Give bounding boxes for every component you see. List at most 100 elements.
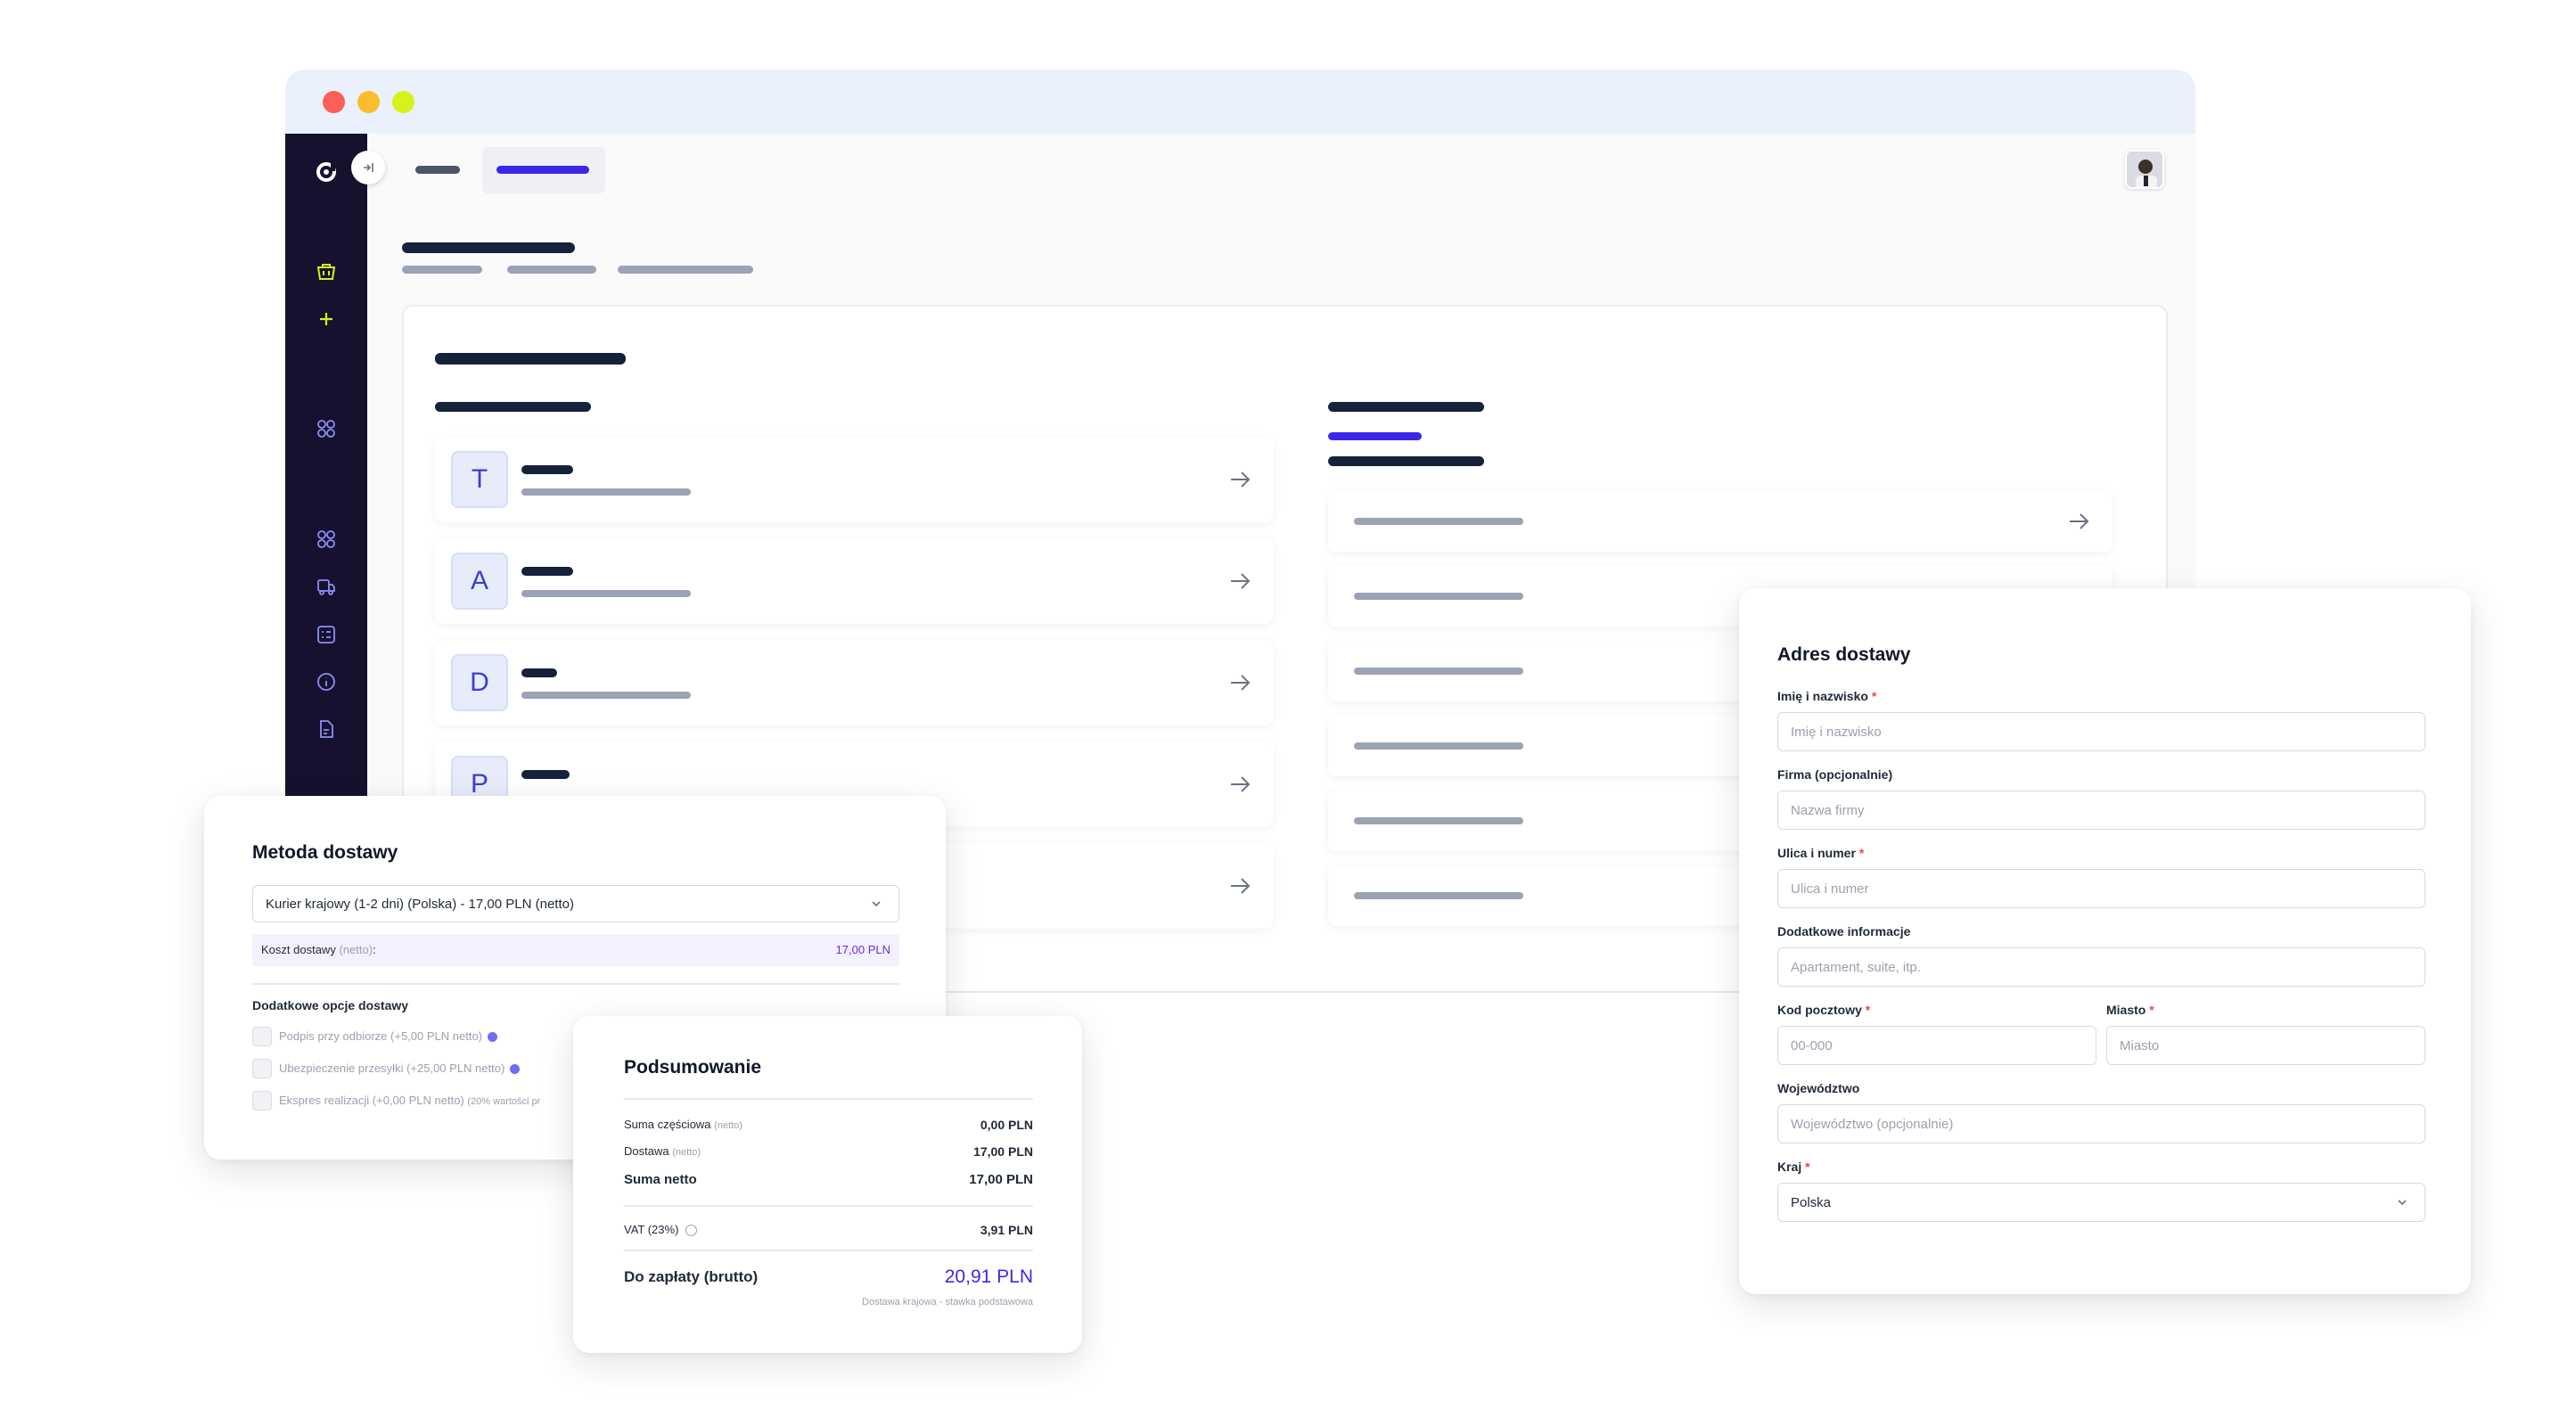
logo-icon[interactable] bbox=[313, 159, 340, 185]
details-heading bbox=[1328, 402, 1484, 412]
minimize-window-button[interactable] bbox=[357, 91, 380, 113]
divider bbox=[624, 1205, 1033, 1207]
chevron-down-icon bbox=[872, 901, 881, 907]
apps-icon[interactable] bbox=[313, 526, 340, 553]
zip-label: Kod pocztowy * bbox=[1777, 1003, 1871, 1017]
list-item-title bbox=[521, 567, 573, 576]
divider bbox=[624, 1250, 1033, 1251]
option-label: Ubezpieczenie przesyłki (+25,00 PLN nett… bbox=[279, 1061, 521, 1075]
list-item-subtitle bbox=[521, 488, 691, 496]
truck-icon[interactable] bbox=[313, 574, 340, 601]
subtotal-value: 0,00 PLN bbox=[980, 1118, 1033, 1132]
company-input[interactable]: Nazwa firmy bbox=[1777, 791, 2425, 830]
shipping-value: 17,00 PLN bbox=[973, 1144, 1033, 1159]
country-label: Kraj * bbox=[1777, 1160, 1810, 1174]
summary-title: Podsumowanie bbox=[624, 1057, 762, 1078]
subtotal-label: Suma częściowa (netto) bbox=[624, 1118, 742, 1131]
info-icon[interactable] bbox=[685, 1225, 698, 1237]
collapse-sidebar-button[interactable] bbox=[351, 151, 385, 184]
country-selected: Polska bbox=[1791, 1194, 1832, 1210]
region-label: Województwo bbox=[1777, 1081, 1860, 1095]
list-item-subtitle bbox=[521, 692, 691, 699]
list-item-subtitle bbox=[521, 590, 691, 597]
list-item-letter: A bbox=[451, 553, 508, 610]
list-item[interactable]: T bbox=[435, 437, 1274, 522]
arrow-right-icon bbox=[1231, 471, 1251, 488]
tab-active[interactable] bbox=[496, 166, 589, 174]
details-highlight bbox=[1328, 432, 1422, 440]
country-select[interactable]: Polska bbox=[1777, 1183, 2425, 1222]
option-label: Podpis przy odbiorze (+5,00 PLN netto) bbox=[279, 1029, 498, 1043]
region-input[interactable]: Województwo (opcjonalnie) bbox=[1777, 1104, 2425, 1143]
summary-footnote: Dostawa krajowa - stawka podstawowa bbox=[862, 1297, 1033, 1307]
arrow-right-icon bbox=[2070, 513, 2089, 529]
name-label: Imię i nazwisko * bbox=[1777, 689, 1877, 703]
document-icon[interactable] bbox=[313, 716, 340, 742]
net-total-label: Suma netto bbox=[624, 1172, 697, 1187]
vat-label: VAT (23%) bbox=[624, 1223, 698, 1237]
zip-input[interactable]: 00-000 bbox=[1777, 1026, 2096, 1065]
name-input[interactable]: Imię i nazwisko bbox=[1777, 712, 2425, 751]
chevron-down-icon bbox=[2398, 1200, 2407, 1206]
option-checkbox[interactable] bbox=[252, 1091, 272, 1111]
close-window-button[interactable] bbox=[323, 91, 345, 113]
vat-value: 3,91 PLN bbox=[980, 1223, 1033, 1237]
maximize-window-button[interactable] bbox=[392, 91, 414, 113]
shipping-label: Dostawa (netto) bbox=[624, 1144, 701, 1158]
detail-row-label bbox=[1354, 742, 1523, 750]
city-label: Miasto * bbox=[2106, 1003, 2154, 1017]
arrow-right-icon bbox=[1231, 573, 1251, 589]
breadcrumb[interactable] bbox=[618, 266, 753, 274]
list-item-title bbox=[521, 770, 570, 779]
detail-row-label bbox=[1354, 817, 1523, 824]
plus-icon[interactable] bbox=[313, 306, 340, 332]
detail-row[interactable] bbox=[1328, 491, 2112, 552]
apps-icon[interactable] bbox=[313, 415, 340, 442]
shipping-method-title: Metoda dostawy bbox=[252, 842, 398, 863]
net-total-value: 17,00 PLN bbox=[969, 1172, 1033, 1187]
list-item[interactable]: D bbox=[435, 640, 1274, 725]
info-icon bbox=[488, 1032, 498, 1043]
extras-title: Dodatkowe opcje dostawy bbox=[252, 998, 409, 1012]
detail-row-label bbox=[1354, 518, 1523, 525]
option-checkbox[interactable] bbox=[252, 1027, 272, 1046]
city-input[interactable]: Miasto bbox=[2106, 1026, 2425, 1065]
list-item[interactable]: A bbox=[435, 538, 1274, 624]
extra-info-input[interactable]: Apartament, suite, itp. bbox=[1777, 947, 2425, 987]
breadcrumb[interactable] bbox=[402, 266, 482, 274]
arrow-right-icon bbox=[1231, 878, 1251, 894]
info-icon[interactable] bbox=[313, 668, 340, 695]
option-label: Ekspres realizacji (+0,00 PLN netto) (20… bbox=[279, 1094, 541, 1107]
address-title: Adres dostawy bbox=[1777, 644, 1911, 665]
shipping-cost-label: Koszt dostawy (netto): bbox=[261, 943, 376, 956]
details-subheading bbox=[1328, 456, 1484, 466]
extra-info-label: Dodatkowe informacje bbox=[1777, 924, 1911, 939]
total-label: Do zapłaty (brutto) bbox=[624, 1268, 759, 1285]
page-title bbox=[402, 242, 575, 253]
company-label: Firma (opcjonalnie) bbox=[1777, 767, 1893, 782]
divider bbox=[624, 1098, 1033, 1100]
street-input[interactable]: Ulica i numer bbox=[1777, 869, 2425, 908]
list-heading bbox=[435, 402, 591, 412]
breadcrumb[interactable] bbox=[507, 266, 596, 274]
shipping-address-panel: Adres dostawy Imię i nazwisko * Imię i n… bbox=[1739, 588, 2471, 1294]
avatar[interactable] bbox=[2125, 150, 2164, 189]
shipping-method-selected: Kurier krajowy (1-2 dni) (Polska) - 17,0… bbox=[266, 896, 574, 912]
shipping-cost-value: 17,00 PLN bbox=[835, 943, 890, 956]
shipping-method-select[interactable]: Kurier krajowy (1-2 dni) (Polska) - 17,0… bbox=[252, 885, 899, 922]
info-icon bbox=[510, 1064, 521, 1075]
basket-icon[interactable] bbox=[313, 258, 340, 285]
arrow-right-icon bbox=[1231, 675, 1251, 691]
tab-first[interactable] bbox=[415, 166, 460, 174]
list-item-letter: D bbox=[451, 654, 508, 711]
divider bbox=[252, 983, 899, 985]
street-label: Ulica i numer * bbox=[1777, 846, 1865, 860]
detail-row-label bbox=[1354, 668, 1523, 675]
window-titlebar bbox=[285, 70, 2195, 134]
option-checkbox[interactable] bbox=[252, 1059, 272, 1078]
list-icon[interactable] bbox=[313, 621, 340, 648]
list-item-title bbox=[521, 465, 573, 474]
arrow-right-icon bbox=[1231, 776, 1251, 792]
list-item-letter: T bbox=[451, 451, 508, 508]
list-item-title bbox=[521, 668, 557, 677]
